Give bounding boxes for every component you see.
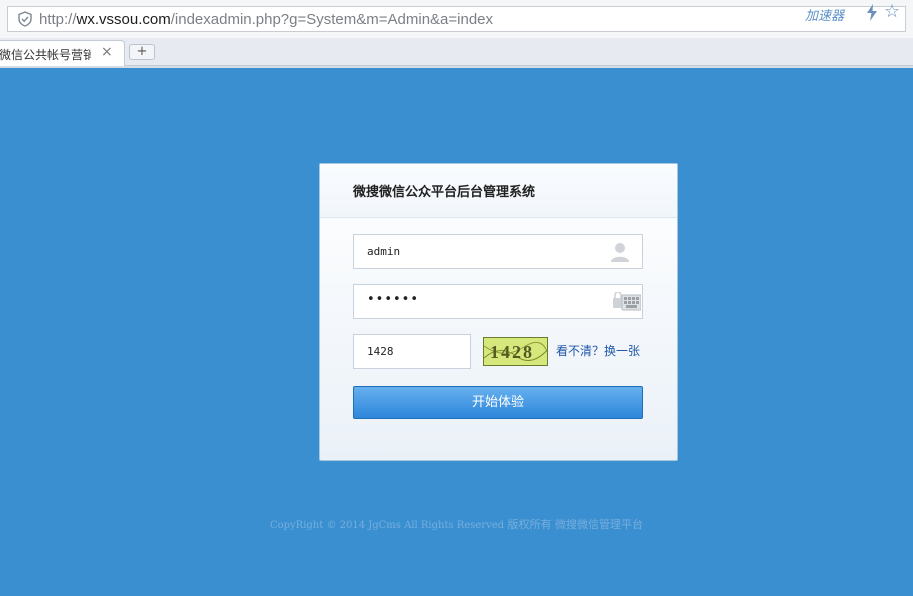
captcha-code: 1428 [490, 342, 534, 362]
url-text[interactable]: http://wx.vssou.com/indexadmin.php?g=Sys… [39, 11, 493, 28]
footer-copyright: CopyRight © 2014 JgCms All Rights Reserv… [0, 516, 913, 532]
password-field[interactable]: •••••• [353, 284, 643, 319]
bookmark-star-icon[interactable]: ☆ [884, 3, 900, 21]
username-value: admin [367, 245, 401, 258]
browser-tab-bar: 微信公共帐号营销平 × + [0, 38, 913, 66]
new-tab-button[interactable]: + [129, 44, 155, 60]
security-shield-icon [18, 11, 32, 27]
tab-close-icon[interactable]: × [101, 44, 113, 60]
captcha-value: 1428 [367, 345, 394, 358]
url-path: /indexadmin.php?g=System&m=Admin&a=index [170, 11, 494, 28]
login-panel: 微搜微信公众平台后台管理系统 admin •••••• 1428 1428 看不… [319, 163, 678, 461]
tab-title: 微信公共帐号营销平 [0, 48, 91, 62]
chrome-divider [0, 66, 913, 68]
password-value: •••••• [367, 292, 420, 307]
url-host: wx.vssou.com [76, 11, 171, 28]
browser-address-bar: http://wx.vssou.com/indexadmin.php?g=Sys… [0, 0, 913, 38]
start-button[interactable]: 开始体验 [353, 386, 643, 419]
refresh-captcha-link[interactable]: 看不清？换一张 [556, 342, 640, 359]
browser-tab[interactable]: 微信公共帐号营销平 × [0, 40, 125, 66]
copyright-text: CopyRight © 2014 JgCms All Rights Reserv… [269, 520, 505, 531]
user-icon [611, 243, 629, 262]
url-scheme: http:// [39, 11, 77, 28]
rights-text: 版权所有 微搜微信管理平台 [504, 518, 644, 531]
login-panel-header: 微搜微信公众平台后台管理系统 [320, 164, 677, 218]
keyboard-lock-icon [613, 292, 641, 311]
login-title: 微搜微信公众平台后台管理系统 [353, 185, 536, 200]
speedup-button[interactable]: 加速器 [805, 5, 844, 24]
url-field[interactable]: http://wx.vssou.com/indexadmin.php?g=Sys… [7, 6, 906, 32]
captcha-image[interactable]: 1428 [483, 337, 548, 366]
lightning-icon[interactable] [866, 4, 878, 21]
username-field[interactable]: admin [353, 234, 643, 269]
captcha-field[interactable]: 1428 [353, 334, 471, 369]
